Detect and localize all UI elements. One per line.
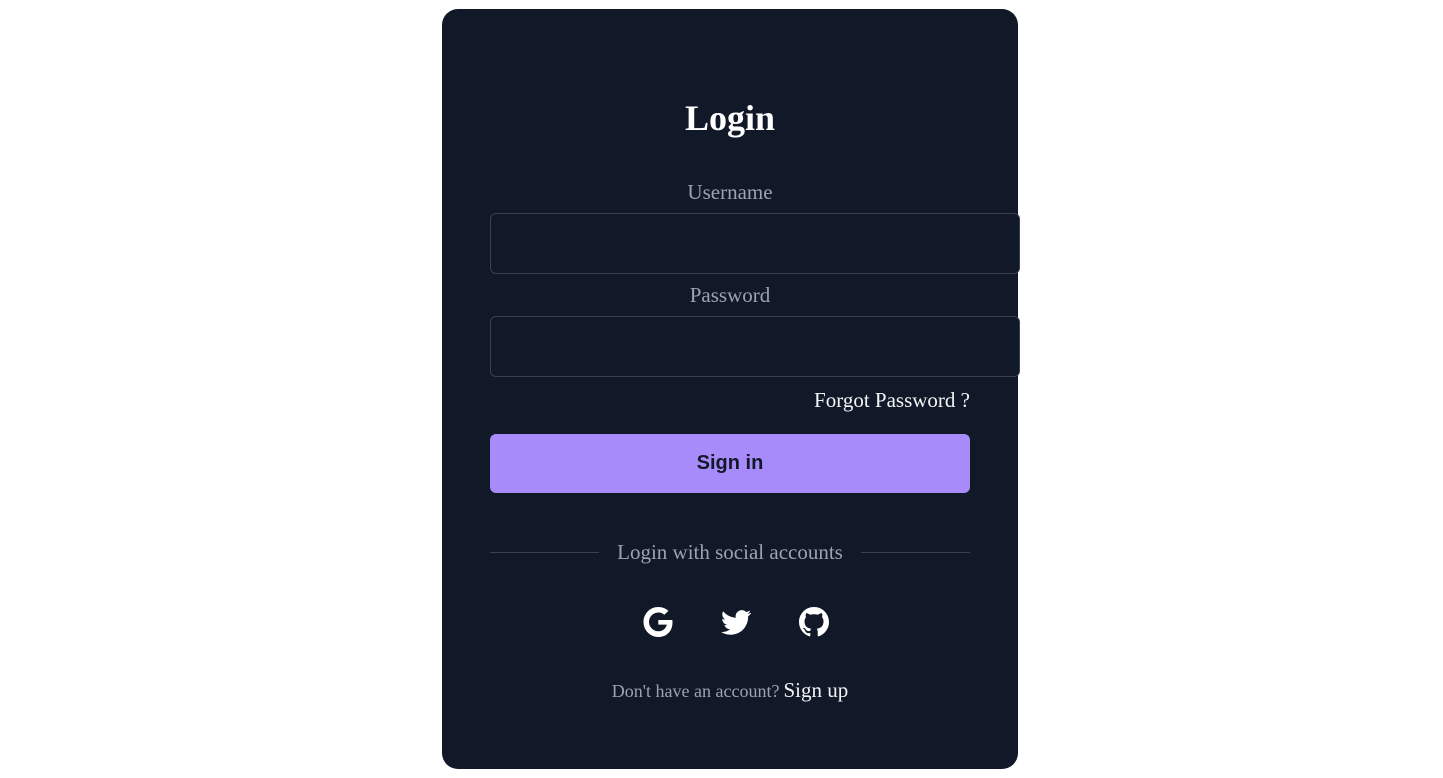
password-label: Password [689,283,771,307]
signup-prompt-text: Don't have an account? [611,681,780,701]
forgot-password-link[interactable]: Forgot Password ? [814,388,970,412]
page-title: Login [684,98,776,138]
sign-in-button[interactable]: Sign in [490,434,970,493]
username-label: Username [687,180,773,204]
google-login-button[interactable] [640,604,676,640]
password-field[interactable] [490,316,1020,377]
divider-right [861,552,970,553]
login-card: Login Username Password Forgot Password … [442,9,1020,769]
twitter-icon [721,610,752,635]
sign-up-link[interactable]: Sign up [783,678,848,702]
github-login-button[interactable] [796,604,832,640]
twitter-login-button[interactable] [718,604,754,640]
github-icon [799,607,829,637]
signup-prompt: Don't have an account? Sign up [442,678,1018,703]
google-icon [643,607,673,637]
username-field[interactable] [490,213,1020,274]
